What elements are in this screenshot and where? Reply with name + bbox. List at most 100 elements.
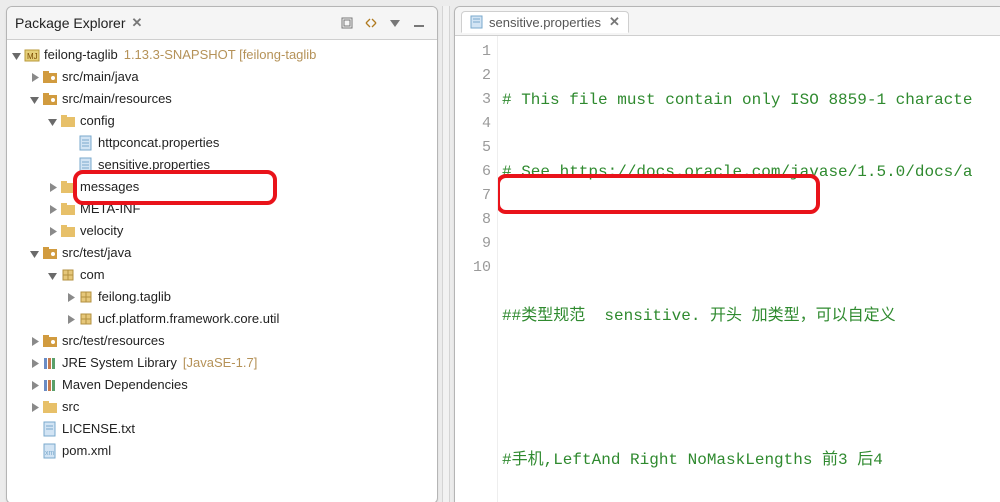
line-number: 4 <box>455 112 491 136</box>
folder-icon <box>60 179 76 195</box>
editor-tab-label: sensitive.properties <box>489 15 601 30</box>
tree-item[interactable]: Maven Dependencies <box>11 374 435 396</box>
twistie-open-icon[interactable] <box>11 50 22 61</box>
package-explorer-header: Package Explorer ✕ <box>7 7 437 40</box>
tree-item[interactable]: ucf.platform.framework.core.util <box>11 308 435 330</box>
tree-item[interactable]: src/test/java <box>11 242 435 264</box>
tree-item[interactable]: src/test/resources <box>11 330 435 352</box>
line-number: 5 <box>455 136 491 160</box>
tree-item-label: httpconcat.properties <box>98 133 219 153</box>
tree-project-root[interactable]: MJ feilong-taglib 1.13.3-SNAPSHOT [feilo… <box>11 44 435 66</box>
package-icon <box>78 311 94 327</box>
tree-item-label: JRE System Library <box>62 353 177 373</box>
text-file-icon <box>42 421 58 437</box>
tree-item[interactable]: config <box>11 110 435 132</box>
line-number: 1 <box>455 40 491 64</box>
twistie-open-icon[interactable] <box>29 94 40 105</box>
tree-item-extra: 1.13.3-SNAPSHOT [feilong-taglib <box>124 45 317 65</box>
twistie-closed-icon[interactable] <box>47 226 58 237</box>
tree-item-label: config <box>80 111 115 131</box>
tree-item-label: src/main/java <box>62 67 139 87</box>
package-explorer-title: Package Explorer <box>15 15 126 31</box>
tree-item[interactable]: LICENSE.txt <box>11 418 435 440</box>
tree-item-sensitive-properties[interactable]: sensitive.properties <box>11 154 435 176</box>
tree-item-label: src <box>62 397 79 417</box>
code-text: #手机,LeftAnd Right NoMaskLengths 前3 后4 <box>502 451 883 469</box>
tree-item-label: ucf.platform.framework.core.util <box>98 309 279 329</box>
twistie-closed-icon[interactable] <box>29 72 40 83</box>
line-number: 9 <box>455 232 491 256</box>
tree-item-label: LICENSE.txt <box>62 419 135 439</box>
tree-item[interactable]: JRE System Library [JavaSE-1.7] <box>11 352 435 374</box>
tree-item-label: Maven Dependencies <box>62 375 188 395</box>
tree-item[interactable]: messages <box>11 176 435 198</box>
code-area[interactable]: # This file must contain only ISO 8859-1… <box>498 36 1000 502</box>
tree-item-label: feilong-taglib <box>44 45 118 65</box>
split-handle[interactable] <box>442 6 450 502</box>
tree-item[interactable]: src/main/java <box>11 66 435 88</box>
code-text: ##类型规范 sensitive. 开头 加类型，可以自定义 <box>502 307 896 325</box>
view-menu-icon[interactable] <box>385 14 405 32</box>
tree-item[interactable]: src <box>11 396 435 418</box>
tree-item-label: velocity <box>80 221 123 241</box>
twistie-open-icon[interactable] <box>47 116 58 127</box>
close-view-icon[interactable]: ✕ <box>132 15 143 31</box>
twistie-closed-icon[interactable] <box>65 314 76 325</box>
twistie-closed-icon[interactable] <box>47 182 58 193</box>
link-with-editor-icon[interactable] <box>361 14 381 32</box>
twistie-closed-icon[interactable] <box>29 402 40 413</box>
tree-item-label: sensitive.properties <box>98 155 210 175</box>
folder-icon <box>60 113 76 129</box>
package-icon <box>78 289 94 305</box>
editor-area[interactable]: 1 2 3 4 5 6 7 8 9 10 # This file must co… <box>455 35 1000 502</box>
package-explorer-panel: Package Explorer ✕ MJ feilong-taglib <box>6 6 438 502</box>
svg-text:MJ: MJ <box>27 52 38 61</box>
folder-icon <box>60 223 76 239</box>
properties-file-icon <box>470 15 484 29</box>
line-number-gutter: 1 2 3 4 5 6 7 8 9 10 <box>455 36 498 502</box>
package-folder-icon <box>42 333 58 349</box>
svg-text:xml: xml <box>45 450 56 457</box>
library-icon <box>42 355 58 371</box>
package-folder-icon <box>42 245 58 261</box>
tree-item[interactable]: META-INF <box>11 198 435 220</box>
close-tab-icon[interactable]: ✕ <box>609 14 620 30</box>
twistie-closed-icon[interactable] <box>29 336 40 347</box>
package-folder-icon <box>42 91 58 107</box>
twistie-closed-icon[interactable] <box>47 204 58 215</box>
twistie-closed-icon[interactable] <box>29 358 40 369</box>
project-tree[interactable]: MJ feilong-taglib 1.13.3-SNAPSHOT [feilo… <box>7 40 437 502</box>
tree-item[interactable]: feilong.taglib <box>11 286 435 308</box>
tree-item-label: pom.xml <box>62 441 111 461</box>
editor-tab[interactable]: sensitive.properties ✕ <box>461 11 629 33</box>
tree-item[interactable]: httpconcat.properties <box>11 132 435 154</box>
line-number: 6 <box>455 160 491 184</box>
tree-item[interactable]: com <box>11 264 435 286</box>
properties-file-icon <box>78 157 94 173</box>
twistie-open-icon[interactable] <box>47 270 58 281</box>
tree-item-extra: [JavaSE-1.7] <box>183 353 257 373</box>
twistie-open-icon[interactable] <box>29 248 40 259</box>
tree-item-label: com <box>80 265 105 285</box>
code-text: # See https://docs.oracle.com/javase/1.5… <box>502 163 972 181</box>
line-number: 7 <box>455 184 491 208</box>
line-number: 8 <box>455 208 491 232</box>
collapse-all-icon[interactable] <box>337 14 357 32</box>
minimize-icon[interactable] <box>409 14 429 32</box>
twistie-closed-icon[interactable] <box>65 292 76 303</box>
tree-item-label: src/main/resources <box>62 89 172 109</box>
maven-project-icon: MJ <box>24 47 40 63</box>
line-number: 10 <box>455 256 491 280</box>
editor-tabbar: sensitive.properties ✕ <box>455 7 1000 35</box>
tree-item-label: feilong.taglib <box>98 287 171 307</box>
tree-item-label: META-INF <box>80 199 140 219</box>
tree-item-label: src/test/java <box>62 243 131 263</box>
tree-item-label: messages <box>80 177 139 197</box>
twistie-closed-icon[interactable] <box>29 380 40 391</box>
tree-item[interactable]: velocity <box>11 220 435 242</box>
package-icon <box>60 267 76 283</box>
editor-panel: sensitive.properties ✕ 1 2 3 4 5 6 7 8 9… <box>454 6 1000 502</box>
folder-icon <box>60 201 76 217</box>
tree-item[interactable]: xml pom.xml <box>11 440 435 462</box>
tree-item[interactable]: src/main/resources <box>11 88 435 110</box>
